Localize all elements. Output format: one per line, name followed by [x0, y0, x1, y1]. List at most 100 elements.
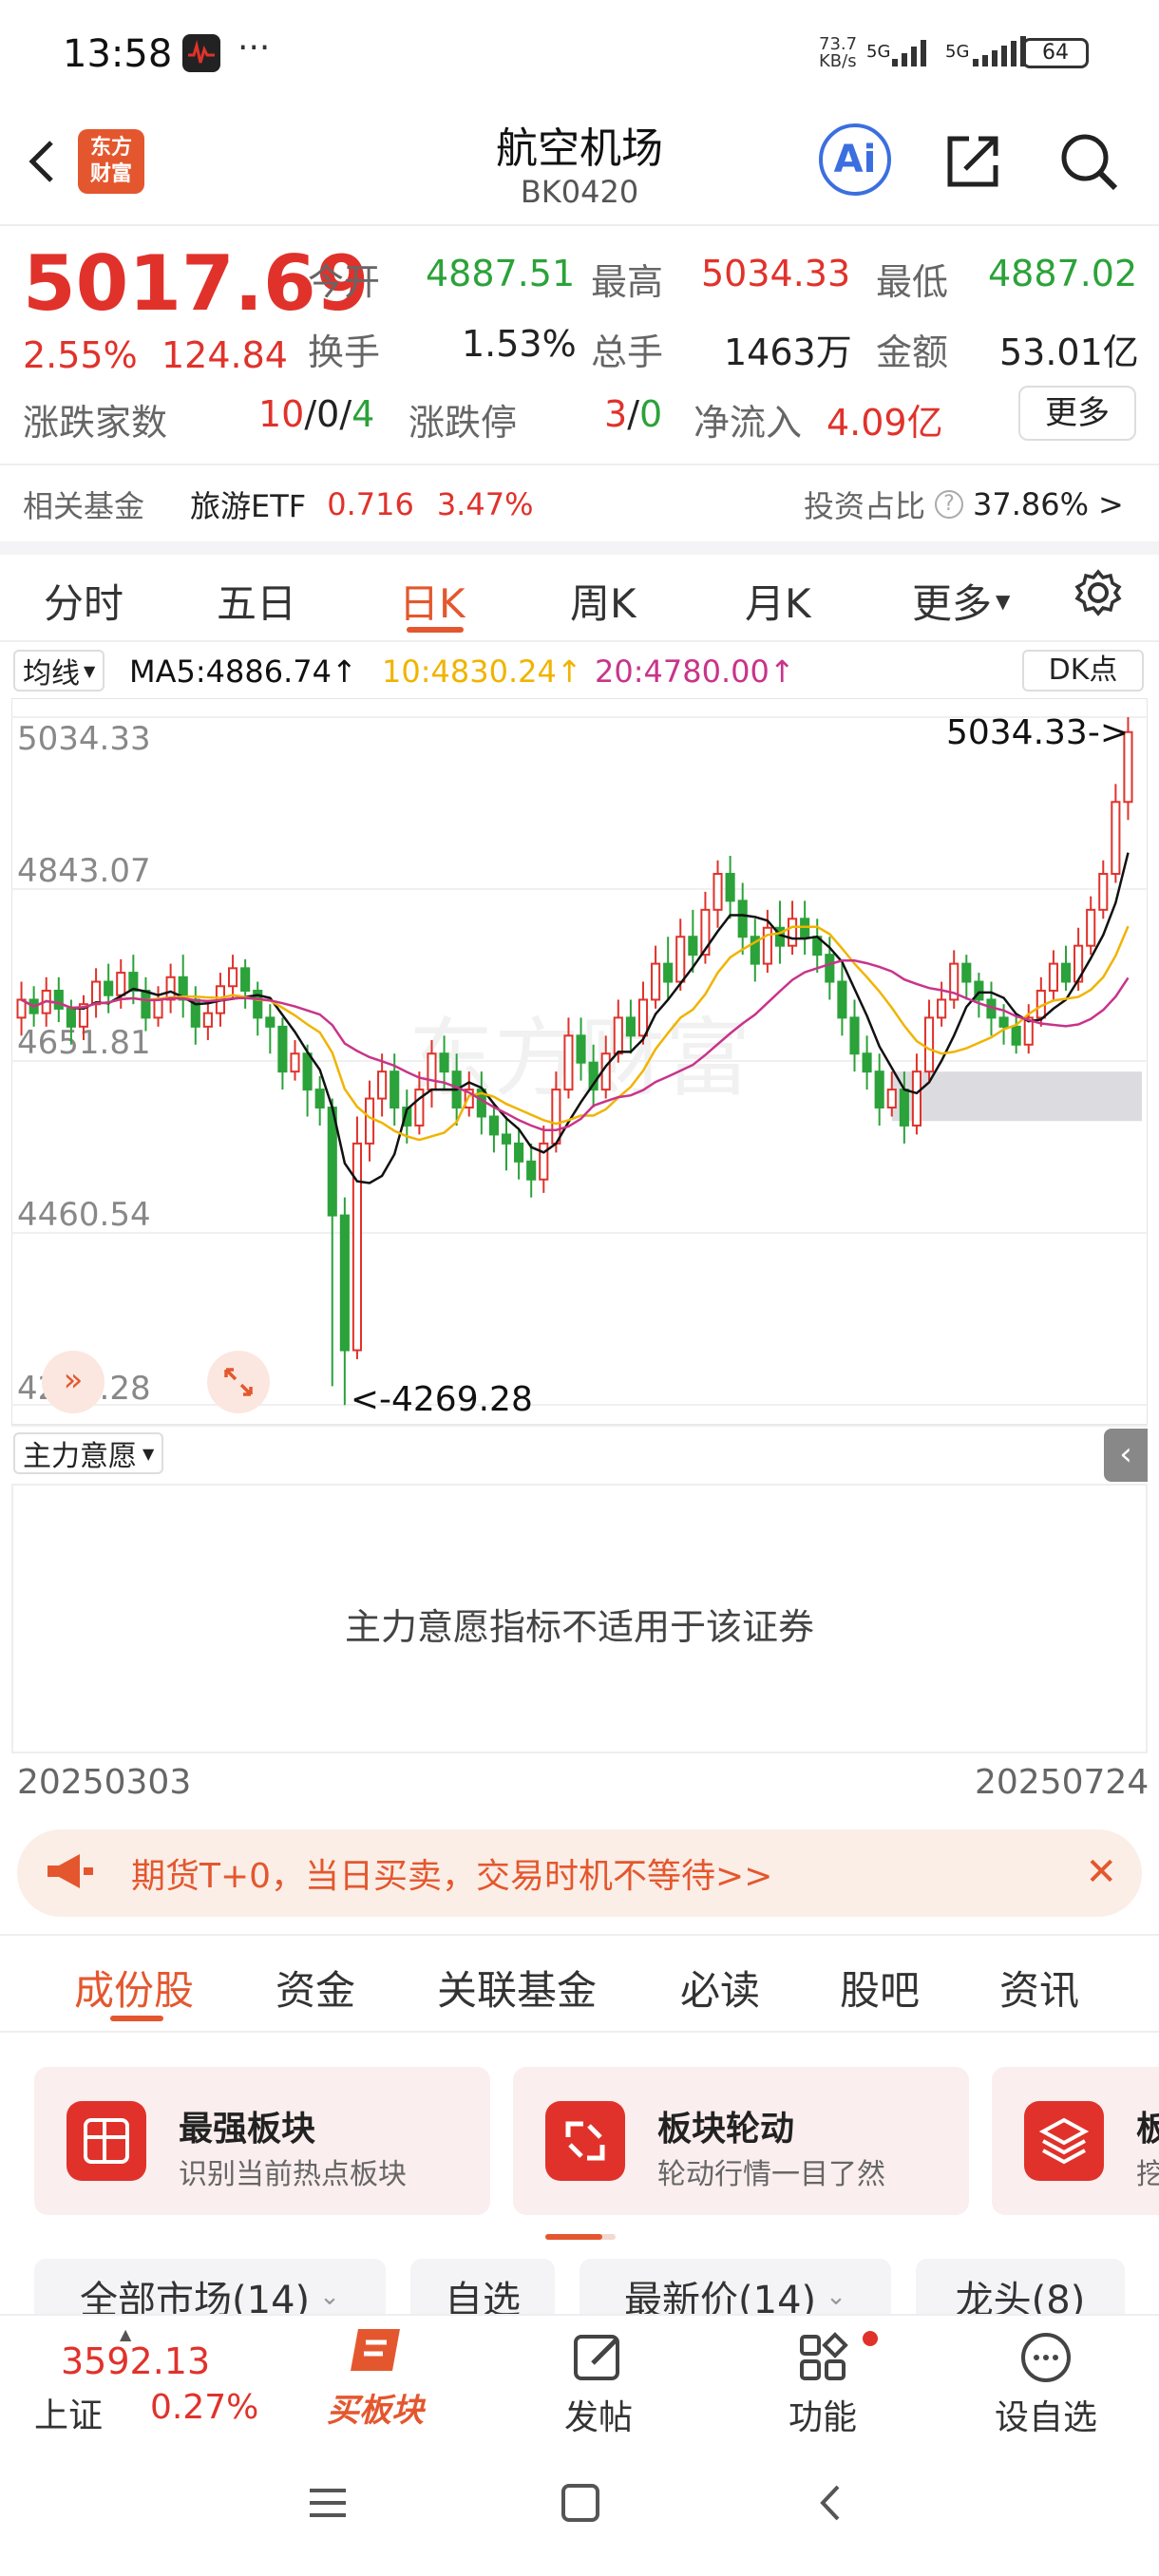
candle-body [862, 1052, 872, 1073]
candle-body [439, 1052, 449, 1073]
candle-body [874, 1070, 884, 1109]
chevron-down-icon: ⌄ [319, 2282, 340, 2311]
tab-forum[interactable]: 股吧 [840, 1959, 920, 2017]
nav-buy-sector[interactable]: 买板块 [314, 2323, 437, 2437]
menu-icon[interactable] [306, 2481, 350, 2529]
high-label: 最高 [591, 261, 664, 303]
more-button[interactable]: 更多 [1018, 386, 1136, 441]
candle-body [563, 1034, 574, 1091]
collapse-panel-icon[interactable]: ‹ [1104, 1429, 1148, 1482]
related-fund-row[interactable]: 相关基金 旅游ETF 0.716 3.47% [23, 483, 533, 526]
chevron-right-icon: > [1098, 486, 1124, 522]
y-tick-label: 4843.07 [17, 852, 151, 890]
candle-body [277, 1025, 288, 1073]
grid-icon [800, 2332, 848, 2380]
ma20-text: 20:4780.00 [595, 653, 770, 690]
dk-point-button[interactable]: DK点 [1022, 650, 1144, 691]
battery-icon: 64 [1022, 38, 1089, 68]
signal-2-label: 5G [945, 41, 970, 62]
tab-must-read[interactable]: 必读 [680, 1959, 760, 2017]
more-button-label: 更多 [1045, 394, 1110, 432]
fullscreen-icon[interactable] [207, 1351, 270, 1413]
indicator-selector-label: 主力意愿 [23, 1440, 137, 1473]
feature-card-subtitle: 识别当前热点板块 [179, 2158, 407, 2191]
search-icon[interactable] [1054, 127, 1123, 199]
kline-chart[interactable]: 5034.334843.074651.814460.544269.28东方财富5… [11, 698, 1148, 1425]
nav-functions[interactable]: 功能 [766, 2329, 880, 2443]
tab-related-funds[interactable]: 关联基金 [437, 1959, 597, 2017]
net-speed-unit: KB/s [819, 51, 857, 71]
limit-up: 3 [604, 393, 628, 435]
netflow-label: 净流入 [694, 402, 803, 444]
section-gap [0, 541, 1159, 555]
candle-body [637, 998, 649, 1037]
ma20-value: 20:4780.00↑ [595, 653, 795, 690]
candle-body [961, 962, 972, 983]
tab-constituents[interactable]: 成份股 [74, 1959, 194, 2017]
ma-selector-label: 均线 [23, 657, 80, 691]
tab-more[interactable]: 更多 ▼ [912, 572, 1010, 630]
status-dots: ··· [238, 28, 271, 67]
ai-button[interactable]: Ai [819, 123, 891, 196]
edit-icon [574, 2335, 619, 2380]
low-label: 最低 [876, 261, 949, 303]
tab-intraday[interactable]: 分时 [44, 572, 124, 630]
tab-monthly-k[interactable]: 月K [745, 572, 811, 630]
breadth-values: 10 / 0 / 4 [258, 393, 375, 435]
amount-label: 金额 [876, 331, 949, 373]
index-name: 上证 [34, 2396, 104, 2435]
change-abs: 124.84 [162, 334, 288, 376]
signal-bars-icon [892, 40, 927, 66]
feature-card-strongest[interactable]: 最强板块 识别当前热点板块 [34, 2067, 490, 2215]
tab-funds-flow[interactable]: 资金 [276, 1959, 355, 2017]
feature-card-partial[interactable]: 板 挖 [992, 2067, 1159, 2215]
candle-body [688, 936, 698, 957]
end-date: 20250724 [975, 1763, 1150, 1802]
fund-price: 0.716 [327, 486, 414, 522]
buy-sector-icon [351, 2329, 400, 2371]
candle-body [651, 962, 661, 1001]
close-icon[interactable]: ✕ [1085, 1850, 1117, 1894]
tab-weekly-k[interactable]: 周K [570, 572, 636, 630]
tab-daily-k[interactable]: 日K [399, 572, 466, 630]
settings-icon[interactable] [1072, 566, 1125, 623]
nav-functions-label: 功能 [788, 2398, 857, 2437]
candle-body [1111, 801, 1121, 875]
turnover-label: 换手 [308, 331, 381, 373]
candle-body [576, 1034, 586, 1064]
status-bar: 13:58 ··· 73.7 KB/s 5G 5G 64 [0, 0, 1159, 104]
y-tick-label: 5034.33 [17, 720, 151, 758]
expand-left-icon[interactable]: » [42, 1351, 104, 1413]
feature-card-subtitle: 挖 [1136, 2158, 1159, 2191]
candle-body [825, 954, 835, 983]
nav-add-watchlist[interactable]: 设自选 [984, 2329, 1108, 2443]
candle-body [302, 1052, 313, 1091]
nav-post[interactable]: 发帖 [542, 2329, 656, 2443]
tab-more-label: 更多 [912, 580, 993, 627]
invest-ratio[interactable]: 投资占比 ? 37.86% > [804, 483, 1124, 526]
tab-news[interactable]: 资讯 [999, 1959, 1079, 2017]
share-icon[interactable] [940, 127, 1007, 198]
breadth-up: 10 [258, 393, 305, 435]
signal-1: 5G [866, 34, 932, 68]
home-icon[interactable] [559, 2481, 602, 2529]
candle-body [998, 1016, 1009, 1028]
ai-label: Ai [833, 138, 877, 181]
start-date: 20250303 [17, 1763, 192, 1802]
open-value: 4887.51 [426, 253, 576, 294]
indicator-selector[interactable]: 主力意愿 ▼ [13, 1432, 164, 1474]
tab-five-day[interactable]: 五日 [217, 572, 296, 630]
feature-card-rotation[interactable]: 板块轮动 轮动行情一目了然 [513, 2067, 969, 2215]
index-ticker[interactable]: ▲ 3592.13 上证 0.27% [28, 2325, 276, 2435]
candle-body [526, 1160, 537, 1181]
ma-selector[interactable]: 均线 ▼ [13, 650, 105, 691]
candle-body [488, 1115, 499, 1136]
help-icon[interactable]: ? [935, 490, 964, 519]
back-nav-icon[interactable] [809, 2481, 853, 2529]
candle-body [762, 926, 772, 965]
breadth-label: 涨跌家数 [23, 402, 168, 444]
indicator-panel: 主力意愿指标不适用于该证券 [11, 1484, 1148, 1753]
promo-banner[interactable]: 期货T+0，当日买卖，交易时机不等待>> ✕ [17, 1829, 1142, 1917]
candle-body [837, 980, 847, 1019]
candle-body [712, 872, 723, 911]
